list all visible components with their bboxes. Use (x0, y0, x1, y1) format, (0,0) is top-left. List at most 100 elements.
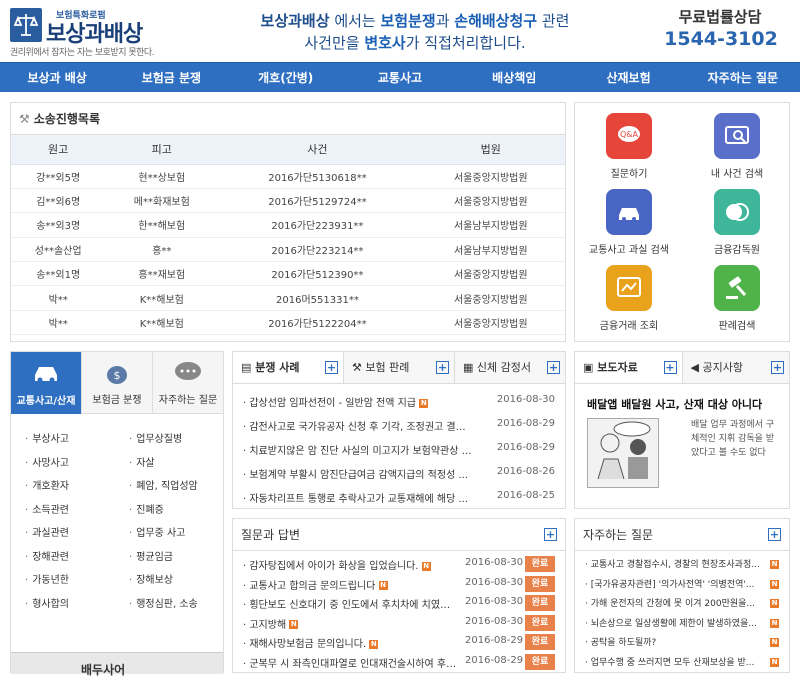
list-item[interactable]: 자동차리프트 통행로 추락사고가 교통재해에 해당 ... 2016-08-25 (243, 490, 555, 506)
service-label: 질문하기 (610, 169, 648, 180)
nav-item[interactable]: 보상과 배상 (0, 63, 114, 92)
service-case-search[interactable]: 내 사건 검색 (683, 113, 791, 180)
service-ask[interactable]: Q&A 질문하기 (575, 113, 683, 180)
item-title-text: 횡단보도 신호대기 중 인도에서 후치차에 치였습... (249, 600, 459, 611)
list-item[interactable]: 치료받지않은 암 진단 사실의 미고지가 보험약관상 ... N 2016-08-… (243, 442, 555, 458)
table-row[interactable]: 박** K**해보험 2016머551331** 서울중앙지방법원 (11, 285, 565, 311)
tab-dispute-cases[interactable]: ▤ 분쟁 사례 + (233, 352, 344, 383)
plus-icon[interactable]: + (771, 361, 784, 374)
list-item[interactable]: 감전사고로 국가유공자 신청 후 기각, 조정권고 결정 N 2016-08-29 (243, 418, 555, 434)
category-link[interactable]: 장해보상 (129, 571, 173, 586)
category-link[interactable]: 업무상질병 (129, 430, 182, 445)
list-item[interactable]: 재해사망보험금 문의입니다. N 2016-08-29완료 (243, 634, 555, 651)
status-badge: 완료 (525, 653, 555, 670)
tab-insurance-dispute[interactable]: $ 보험금 분쟁 (82, 352, 153, 414)
list-item[interactable]: 감자탕집에서 아이가 화상을 입었습니다. N 2016-08-30완료 (243, 556, 555, 573)
category-link[interactable]: 평균임금 (129, 548, 173, 563)
press-panel: ▣ 보도자료 + ◀ 공지사항 + 배달앱 배달원 사고, 산재 대상 아니다 배달… (574, 351, 790, 509)
service-precedent[interactable]: 판례검색 (683, 265, 791, 332)
table-cell: 성**솔산업 (11, 237, 106, 263)
press-headline[interactable]: 배달앱 배달원 사고, 산재 대상 아니다 (587, 396, 762, 412)
col-header: 법원 (416, 135, 565, 165)
category-link[interactable]: 소득관련 (25, 501, 69, 516)
nav-item[interactable]: 교통사고 (343, 63, 457, 92)
list-item[interactable]: 갑상선암 임파선전이 - 일반암 전액 지급 N 2016-08-30 (243, 394, 555, 410)
category-link[interactable]: 행정심판, 소송 (129, 595, 198, 610)
category-link[interactable]: 진폐증 (129, 501, 164, 516)
category-link[interactable]: 사망사고 (25, 454, 69, 469)
list-item[interactable]: 횡단보도 신호대기 중 인도에서 후치차에 치였습... N 2016-08-30… (243, 595, 555, 612)
tab-label: 보도자료 (597, 361, 638, 374)
new-badge: N (419, 398, 429, 408)
table-row[interactable]: 박** K**해보험 2016가단5122204** 서울중앙지방법원 (11, 310, 565, 336)
wrench-icon: ⚒ (19, 112, 30, 126)
list-item[interactable]: 교통사고 합의금 문의드립니다 N 2016-08-30완료 (243, 575, 555, 593)
plus-icon[interactable]: + (547, 361, 560, 374)
car-icon (29, 359, 63, 385)
plus-icon[interactable]: + (663, 361, 677, 374)
category-link[interactable]: 장해관련 (25, 548, 69, 563)
faq-title-text: 자주하는 질문 (583, 528, 654, 542)
item-title: 가해 운전자의 간청에 못 이겨 200만원을... (585, 596, 761, 609)
list-item[interactable]: 군복무 시 좌측인대파열로 인대재건술시하여 후 ... N 2016-08-29… (243, 653, 555, 671)
slogan-highlight: 변호사 (364, 34, 406, 52)
category-link[interactable]: 폐암, 직업성암 (129, 477, 198, 492)
list-item[interactable]: 뇌손상으로 일상생활에 제한이 발생하였을... N (585, 616, 779, 632)
item-title-text: 교통사고 합의금 문의드립니다 (249, 580, 376, 592)
table-row[interactable]: 송**외1명 흥**재보험 2016가단512390** 서울중앙지방법원 (11, 261, 565, 287)
category-link[interactable]: 형사합의 (25, 595, 69, 610)
category-link[interactable]: 업무중 사고 (129, 524, 185, 539)
nav-item[interactable]: 산재보험 (571, 63, 685, 92)
category-link[interactable]: 가동년한 (25, 571, 69, 586)
plus-icon[interactable]: + (544, 528, 557, 541)
table-row[interactable]: 김**외6명 메**화재보험 2016가단5129724** 서울중앙지방법원 (11, 188, 565, 214)
car-icon (606, 189, 652, 235)
list-item[interactable]: 고지방해 N 2016-08-30완료 (243, 614, 555, 632)
col-header: 사건 (218, 135, 417, 165)
tab-notice[interactable]: ◀ 공지사항 + (682, 352, 789, 383)
table-cell: 서울중앙지방법원 (416, 261, 565, 287)
table-row[interactable]: 강**외5명 현**상보험 2016가단5130618** 서울중앙지방법원 (11, 164, 565, 189)
item-title: 갑상선암 임파선전이 - 일반암 전액 지급 N (243, 394, 473, 409)
site-logo[interactable]: 보험특화로펌 보상과배상 권리위에서 잠자는 자는 보호받지 못한다. (10, 8, 210, 58)
banner-image[interactable]: 배두사어 (11, 652, 223, 677)
table-row[interactable]: 성**솔산업 홍** 2016가단223214** 서울남부지방법원 (11, 237, 565, 263)
press-cartoon-image[interactable] (587, 418, 659, 488)
hotline-number[interactable]: 1544-3102 (656, 28, 786, 50)
nav-item[interactable]: 자주하는 질문 (686, 63, 800, 92)
nav-item[interactable]: 배상책임 (457, 63, 571, 92)
list-item[interactable]: 업무수행 중 쓰러지면 모두 산재보상을 받... N (585, 655, 779, 671)
tab-label: 자주하는 질문 (158, 395, 218, 406)
list-item[interactable]: 가해 운전자의 간청에 못 이겨 200만원을... N (585, 596, 779, 612)
tab-faq[interactable]: 자주하는 질문 (153, 352, 223, 414)
category-link[interactable]: 부상사고 (25, 430, 69, 445)
plus-icon[interactable]: + (768, 528, 781, 541)
category-link[interactable]: 자살 (129, 454, 154, 469)
table-cell: 현**상보험 (105, 164, 219, 189)
category-link[interactable]: 개호환자 (25, 477, 69, 492)
item-title-text: 보험계약 부활시 암진단급여금 감액지급의 적정성 ... (249, 470, 468, 481)
item-title: 감전사고로 국가유공자 신청 후 기각, 조정권고 결정 N (243, 418, 473, 433)
item-title-text: 감자탕집에서 아이가 화상을 입었습니다. (249, 561, 419, 572)
plus-icon[interactable]: + (436, 361, 449, 374)
slogan-brand: 보상과배상 (260, 12, 330, 30)
list-item[interactable]: [국가유공자관련] '의가사전역' '의병전역'... N (585, 577, 779, 593)
service-label: 판례검색 (718, 321, 756, 332)
tab-medical-appraisal[interactable]: ▦ 신체 감정서 + (455, 352, 565, 383)
plus-icon[interactable]: + (325, 361, 338, 374)
service-fss[interactable]: 금융감독원 (683, 189, 791, 256)
table-cell: 강**외5명 (11, 164, 106, 189)
list-item[interactable]: 공탁을 하도될까? N (585, 635, 779, 651)
list-item[interactable]: 보험계약 부활시 암진단급여금 감액지급의 적정성 ... 2016-08-26 (243, 466, 555, 482)
finance-screen-icon (606, 265, 652, 311)
tab-traffic-industrial[interactable]: 교통사고/산재 (11, 352, 82, 414)
table-row[interactable]: 송**외3명 한**해보험 2016가단223931** 서울남부지방법원 (11, 212, 565, 238)
nav-item[interactable]: 보험금 분쟁 (114, 63, 228, 92)
tab-press-release[interactable]: ▣ 보도자료 + (575, 352, 683, 383)
tab-insurance-precedents[interactable]: ⚒ 보험 판례 + (344, 352, 455, 383)
service-traffic-fault[interactable]: 교통사고 과실 검색 (575, 189, 683, 256)
nav-item[interactable]: 개호(간병) (229, 63, 343, 92)
list-item[interactable]: 교통사고 경찰접수시, 경찰의 현장조사과정... N (585, 557, 779, 573)
category-link[interactable]: 과실관련 (25, 524, 69, 539)
service-finance-lookup[interactable]: 금융거래 조회 (575, 265, 683, 332)
